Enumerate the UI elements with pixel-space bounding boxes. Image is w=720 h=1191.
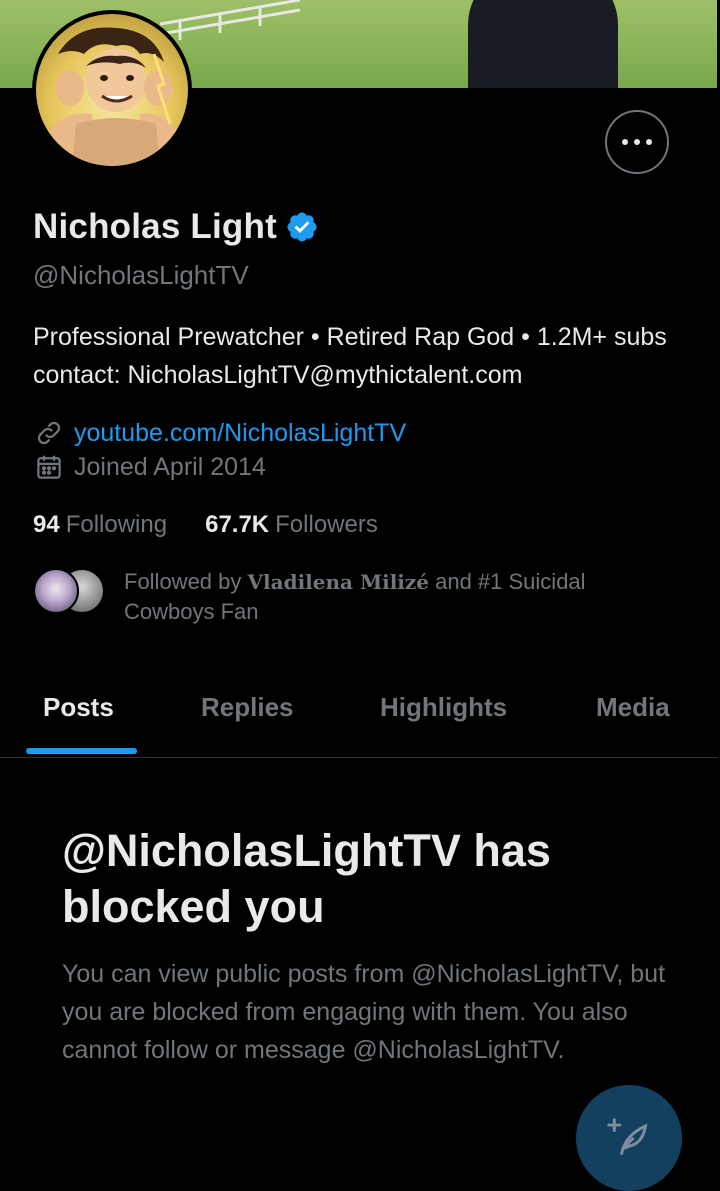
following-count-link[interactable]: 94 Following [33, 511, 167, 539]
active-tab-indicator [26, 748, 137, 754]
followed-by-prefix: Followed by [124, 569, 242, 594]
tab-posts[interactable]: Posts [43, 692, 114, 723]
blocked-description: You can view public posts from @Nicholas… [62, 960, 666, 1064]
profile-name: Nicholas Light [33, 207, 277, 246]
follow-counts: 94 Following 67.7K Followers [33, 511, 378, 539]
follower-avatar [33, 568, 79, 614]
tab-highlights[interactable]: Highlights [380, 692, 507, 723]
tabs-divider [0, 757, 718, 758]
profile-joined-date: Joined April 2014 [74, 452, 266, 481]
compose-post-button[interactable] [576, 1085, 682, 1191]
calendar-icon [37, 455, 61, 479]
profile-tabs: Posts Replies Highlights Media [0, 680, 720, 758]
followers-count-link[interactable]: 67.7K Followers [205, 511, 378, 539]
profile-avatar[interactable] [32, 10, 192, 170]
profile-link[interactable]: youtube.com/NicholasLightTV [74, 419, 406, 448]
more-icon-dot-2 [634, 139, 640, 145]
followed-by-name: Vladilena Milizé [247, 570, 429, 594]
verified-badge-icon[interactable] [285, 210, 319, 244]
more-icon-dot-3 [646, 139, 652, 145]
banner-fence [160, 0, 300, 40]
profile-link-row[interactable]: youtube.com/NicholasLightTV [34, 418, 406, 448]
blocked-title: @NicholasLightTV has blocked you [62, 825, 551, 932]
followers-count: 67.7K [205, 511, 270, 538]
profile-joined-row: Joined April 2014 [34, 452, 266, 482]
following-count: 94 [33, 511, 60, 538]
profile-bio: Professional Prewatcher • Retired Rap Go… [33, 323, 667, 389]
followed-by-avatars[interactable] [33, 568, 105, 614]
compose-post-icon [607, 1118, 648, 1155]
tab-replies[interactable]: Replies [201, 692, 294, 723]
link-icon [37, 421, 61, 445]
avatar-illustration [36, 14, 188, 166]
more-icon-dot-1 [622, 139, 628, 145]
followed-by-text[interactable]: Followed by Vladilena Milizé and #1 Suic… [124, 567, 644, 627]
followers-label: Followers [275, 511, 378, 538]
more-options-button[interactable] [605, 110, 669, 174]
name-row: Nicholas Light [33, 207, 319, 247]
profile-handle: @NicholasLightTV [33, 260, 249, 290]
tab-media[interactable]: Media [596, 692, 670, 723]
following-label: Following [65, 511, 168, 538]
banner-person [468, 0, 618, 88]
